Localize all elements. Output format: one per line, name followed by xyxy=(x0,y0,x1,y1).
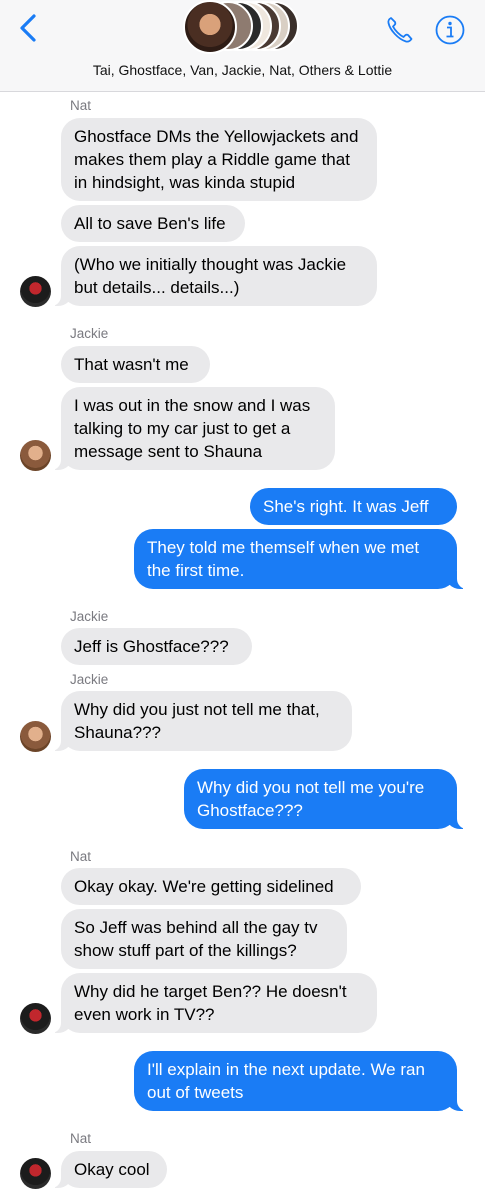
message-bubble[interactable]: I was out in the snow and I was talking … xyxy=(51,387,335,470)
message-bubble[interactable]: Ghostface DMs the Yellowjackets and make… xyxy=(61,118,377,201)
message-bubble[interactable]: She's right. It was Jeff xyxy=(250,488,457,525)
message-text: I was out in the snow and I was talking … xyxy=(74,396,311,461)
message-text: So Jeff was behind all the gay tv show s… xyxy=(74,918,318,960)
message-text: I'll explain in the next update. We ran … xyxy=(147,1060,425,1102)
message-text: (Who we initially thought was Jackie but… xyxy=(74,255,347,297)
phone-icon[interactable] xyxy=(384,14,416,46)
message-bubble[interactable]: I'll explain in the next update. We ran … xyxy=(134,1051,467,1111)
message-text: They told me themself when we met the fi… xyxy=(147,538,420,580)
message-text: Ghostface DMs the Yellowjackets and make… xyxy=(74,127,359,192)
sender-name: Nat xyxy=(70,98,92,113)
message-text: She's right. It was Jeff xyxy=(263,497,429,516)
avatar[interactable] xyxy=(20,1158,51,1189)
message-bubble[interactable]: That wasn't me xyxy=(61,346,210,383)
avatar[interactable] xyxy=(20,1003,51,1034)
group-name[interactable]: Tai, Ghostface, Van, Jackie, Nat, Others… xyxy=(0,62,485,78)
message-text: Why did you just not tell me that, Shaun… xyxy=(74,700,320,742)
avatar[interactable] xyxy=(20,276,51,307)
message-bubble[interactable]: All to save Ben's life xyxy=(61,205,245,242)
message-bubble[interactable]: They told me themself when we met the fi… xyxy=(134,529,467,589)
conversation-header: Tai, Ghostface, Van, Jackie, Nat, Others… xyxy=(0,0,485,92)
message-bubble[interactable]: Okay cool xyxy=(51,1151,167,1188)
group-avatar-stack[interactable] xyxy=(183,0,303,54)
sender-name: Nat xyxy=(70,849,92,864)
message-text: Okay okay. We're getting sidelined xyxy=(74,877,334,896)
message-bubble[interactable]: Why did you just not tell me that, Shaun… xyxy=(51,691,352,751)
avatar xyxy=(183,0,237,54)
message-text: Okay cool xyxy=(74,1160,150,1179)
message-text: All to save Ben's life xyxy=(74,214,226,233)
sender-name: Jackie xyxy=(70,609,109,624)
message-text: That wasn't me xyxy=(74,355,189,374)
message-bubble[interactable]: Okay okay. We're getting sidelined xyxy=(61,868,361,905)
message-bubble[interactable]: Why did you not tell me you're Ghostface… xyxy=(184,769,467,829)
message-bubble[interactable]: So Jeff was behind all the gay tv show s… xyxy=(61,909,347,969)
avatar[interactable] xyxy=(20,721,51,752)
sender-name: Jackie xyxy=(70,672,109,687)
avatar[interactable] xyxy=(20,440,51,471)
info-icon[interactable] xyxy=(434,14,466,46)
sender-name: Jackie xyxy=(70,326,109,341)
message-bubble[interactable]: Jeff is Ghostface??? xyxy=(61,628,252,665)
message-bubble[interactable]: Why did he target Ben?? He doesn't even … xyxy=(51,973,377,1033)
message-text: Jeff is Ghostface??? xyxy=(74,637,229,656)
message-bubble[interactable]: (Who we initially thought was Jackie but… xyxy=(51,246,377,306)
message-text: Why did you not tell me you're Ghostface… xyxy=(197,778,425,820)
sender-name: Nat xyxy=(70,1131,92,1146)
chevron-left-icon[interactable] xyxy=(14,10,44,46)
message-text: Why did he target Ben?? He doesn't even … xyxy=(74,982,347,1024)
